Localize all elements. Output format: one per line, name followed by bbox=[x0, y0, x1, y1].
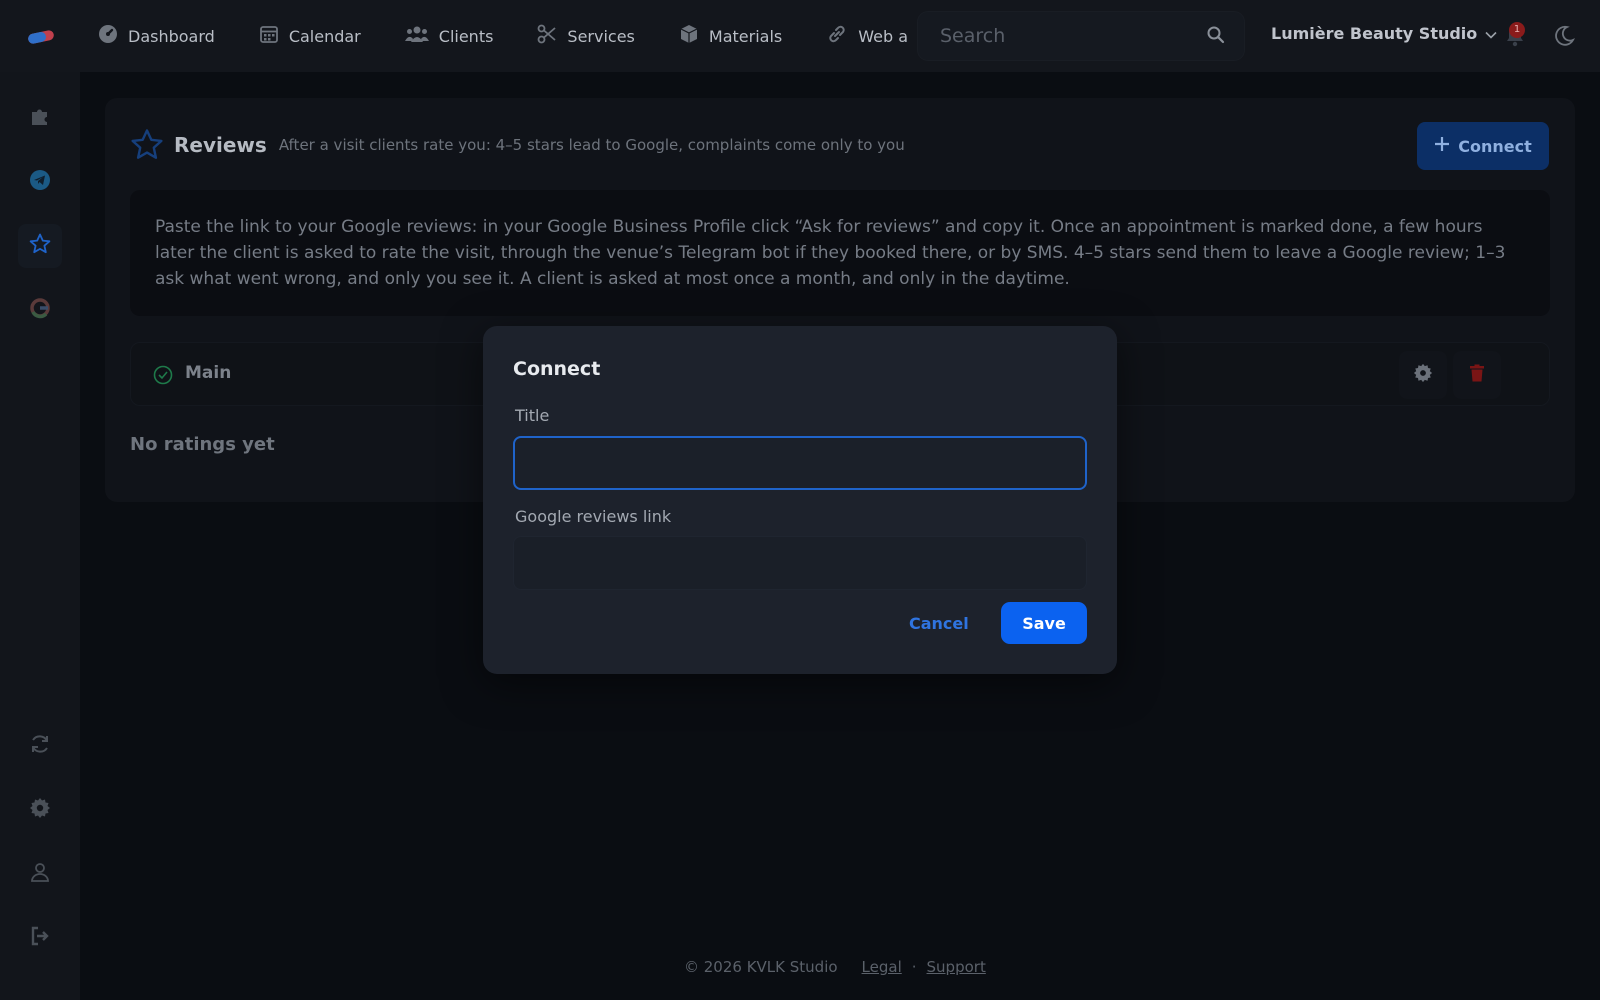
support-link[interactable]: Support bbox=[927, 958, 986, 976]
puzzle-icon bbox=[29, 105, 51, 131]
calendar-icon bbox=[259, 24, 279, 48]
notification-badge: 1 bbox=[1509, 22, 1525, 38]
cancel-button[interactable]: Cancel bbox=[903, 602, 975, 644]
page-title: Reviews bbox=[174, 133, 267, 157]
nav-label: Clients bbox=[438, 26, 494, 46]
connect-button[interactable]: Connect bbox=[1417, 122, 1549, 170]
nav-web[interactable]: Web a bbox=[826, 24, 908, 48]
plus-icon bbox=[1434, 136, 1450, 156]
star-icon bbox=[130, 128, 164, 162]
top-bar: Dashboard Calendar Clients Services Mate… bbox=[0, 0, 1600, 72]
card-header: Reviews After a visit clients rate you: … bbox=[130, 128, 905, 162]
telegram-icon bbox=[29, 169, 51, 195]
google-icon bbox=[29, 297, 51, 323]
title-field-label: Title bbox=[515, 406, 550, 425]
nav-label: Services bbox=[567, 26, 635, 46]
gear-icon bbox=[1413, 363, 1433, 387]
sidebar-item-sync[interactable] bbox=[24, 730, 56, 762]
row-settings-button[interactable] bbox=[1399, 351, 1447, 399]
page-subtitle: After a visit clients rate you: 4–5 star… bbox=[278, 136, 905, 154]
box-icon bbox=[679, 24, 699, 48]
search-input[interactable] bbox=[918, 12, 1244, 60]
nav-label: Dashboard bbox=[128, 26, 215, 46]
dashboard-icon bbox=[98, 24, 118, 48]
sync-icon bbox=[29, 733, 51, 759]
nav-clients[interactable]: Clients bbox=[404, 24, 494, 48]
google-link-input[interactable] bbox=[513, 536, 1087, 590]
footer: © 2026 KVLK Studio Legal · Support bbox=[684, 958, 986, 976]
moon-icon[interactable] bbox=[1553, 25, 1576, 47]
gear-icon bbox=[29, 797, 51, 823]
nav-dashboard[interactable]: Dashboard bbox=[98, 24, 215, 48]
sidebar bbox=[0, 72, 80, 1000]
dialog-title: Connect bbox=[513, 358, 601, 380]
studio-switcher[interactable]: Lumière Beauty Studio bbox=[1271, 24, 1497, 43]
empty-state-text: No ratings yet bbox=[130, 434, 275, 455]
user-icon bbox=[29, 861, 51, 887]
clients-icon bbox=[404, 24, 429, 48]
nav-label: Materials bbox=[708, 26, 783, 46]
copyright-text: © 2026 KVLK Studio bbox=[684, 958, 838, 976]
save-button[interactable]: Save bbox=[1001, 602, 1087, 644]
row-delete-button[interactable] bbox=[1453, 351, 1501, 399]
nav-services[interactable]: Services bbox=[537, 24, 635, 48]
main-nav: Dashboard Calendar Clients Services Mate… bbox=[98, 0, 920, 72]
sidebar-item-logout[interactable] bbox=[24, 922, 56, 954]
nav-materials[interactable]: Materials bbox=[679, 24, 782, 48]
scissors-icon bbox=[537, 24, 557, 48]
title-input[interactable] bbox=[513, 436, 1087, 490]
legal-link[interactable]: Legal bbox=[862, 958, 902, 976]
search-icon[interactable] bbox=[1206, 25, 1226, 45]
info-text: Paste the link to your Google reviews: i… bbox=[130, 190, 1550, 316]
sidebar-item-google[interactable] bbox=[24, 294, 56, 326]
link-icon bbox=[826, 24, 848, 48]
search-box bbox=[918, 12, 1244, 60]
footer-separator: · bbox=[911, 958, 917, 976]
sidebar-item-profile[interactable] bbox=[24, 858, 56, 890]
link-field-label: Google reviews link bbox=[515, 507, 672, 526]
sidebar-item-telegram[interactable] bbox=[24, 166, 56, 198]
connect-dialog: Connect Title Google reviews link Cancel… bbox=[483, 326, 1117, 674]
star-icon bbox=[29, 233, 51, 259]
trash-icon bbox=[1467, 363, 1487, 387]
connect-label: Connect bbox=[1458, 136, 1532, 156]
nav-calendar[interactable]: Calendar bbox=[259, 24, 361, 48]
sidebar-item-integrations[interactable] bbox=[24, 102, 56, 134]
chevron-down-icon bbox=[1485, 24, 1497, 43]
logout-icon bbox=[29, 925, 51, 951]
studio-name: Lumière Beauty Studio bbox=[1271, 24, 1478, 43]
app-logo[interactable] bbox=[26, 24, 56, 48]
check-circle-icon bbox=[153, 365, 173, 385]
row-label: Main bbox=[185, 363, 232, 383]
nav-label: Calendar bbox=[288, 26, 361, 46]
sidebar-item-settings[interactable] bbox=[24, 794, 56, 826]
nav-label: Web a bbox=[858, 26, 909, 46]
sidebar-item-reviews[interactable] bbox=[18, 224, 62, 268]
